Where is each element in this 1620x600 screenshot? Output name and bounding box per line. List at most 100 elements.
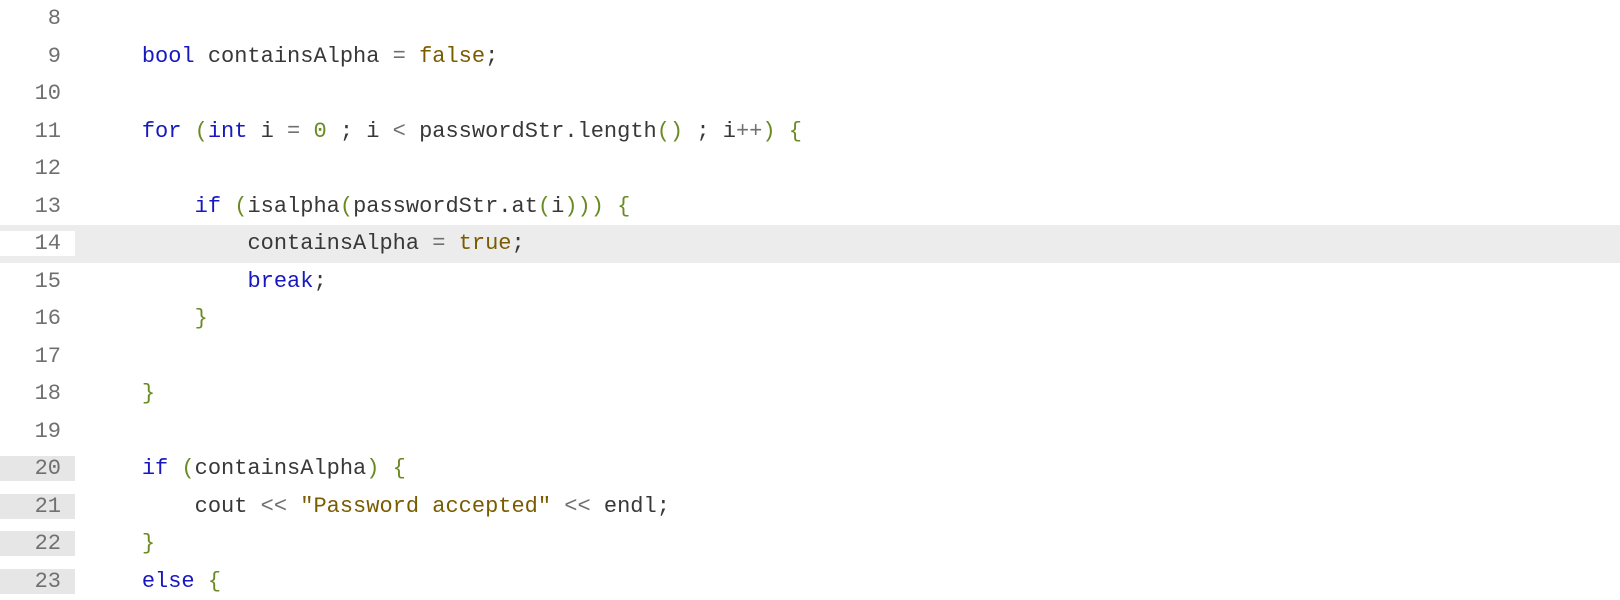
token-call: isalpha [247, 194, 339, 219]
line-number: 9 [0, 44, 75, 69]
token-paren: ( [195, 119, 208, 144]
token-paren: ) [762, 119, 775, 144]
code-content[interactable]: bool containsAlpha = false; [75, 44, 1620, 69]
line-number: 12 [0, 156, 75, 181]
code-line[interactable]: 15 break; [0, 263, 1620, 301]
token-bool: true [459, 231, 512, 256]
token-op: << [261, 494, 287, 519]
code-line[interactable]: 16 } [0, 300, 1620, 338]
token-op: < [393, 119, 406, 144]
token-ident: containsAlpha [208, 44, 380, 69]
code-line[interactable]: 19 [0, 413, 1620, 451]
token-paren: ( [234, 194, 247, 219]
token-op: = [287, 119, 300, 144]
token-op: = [432, 231, 445, 256]
token-paren: ( [181, 456, 194, 481]
token-paren: () [657, 119, 683, 144]
token-op: = [393, 44, 406, 69]
code-line[interactable]: 9 bool containsAlpha = false; [0, 38, 1620, 76]
token-kw: if [195, 194, 221, 219]
token-bool: false [419, 44, 485, 69]
code-line[interactable]: 14 containsAlpha = true; [0, 225, 1620, 263]
token-punct: ; [313, 269, 326, 294]
code-line[interactable]: 11 for (int i = 0 ; i < passwordStr.leng… [0, 113, 1620, 151]
code-line[interactable]: 23 else { [0, 563, 1620, 600]
line-number: 10 [0, 81, 75, 106]
token-punct: ; [696, 119, 709, 144]
code-line[interactable]: 17 [0, 338, 1620, 376]
token-type: int [208, 119, 248, 144]
token-brace: { [617, 194, 630, 219]
token-paren: ) [366, 456, 379, 481]
token-kw: for [142, 119, 182, 144]
token-ident: endl [604, 494, 657, 519]
line-number: 20 [0, 456, 75, 481]
line-number: 23 [0, 569, 75, 594]
token-call: at [512, 194, 538, 219]
code-editor[interactable]: 89 bool containsAlpha = false;1011 for (… [0, 0, 1620, 600]
token-ident: cout [195, 494, 248, 519]
line-number: 15 [0, 269, 75, 294]
code-line[interactable]: 21 cout << "Password accepted" << endl; [0, 488, 1620, 526]
code-content[interactable]: } [75, 381, 1620, 406]
token-brace: } [142, 531, 155, 556]
token-ident: i [723, 119, 736, 144]
token-brace: { [393, 456, 406, 481]
token-brace: { [208, 569, 221, 594]
token-str: "Password accepted" [300, 494, 551, 519]
line-number: 8 [0, 6, 75, 31]
line-number: 17 [0, 344, 75, 369]
token-punct: ; [657, 494, 670, 519]
line-number: 11 [0, 119, 75, 144]
line-number: 18 [0, 381, 75, 406]
token-op: ++ [736, 119, 762, 144]
code-content[interactable]: } [75, 531, 1620, 556]
token-ident: containsAlpha [195, 456, 367, 481]
token-paren: ))) [564, 194, 604, 219]
code-line[interactable]: 10 [0, 75, 1620, 113]
line-number: 16 [0, 306, 75, 331]
code-line[interactable]: 13 if (isalpha(passwordStr.at(i))) { [0, 188, 1620, 226]
token-punct: . [498, 194, 511, 219]
code-line[interactable]: 20 if (containsAlpha) { [0, 450, 1620, 488]
token-brace: { [789, 119, 802, 144]
token-ident: passwordStr [353, 194, 498, 219]
code-line[interactable]: 8 [0, 0, 1620, 38]
token-kw: break [247, 269, 313, 294]
token-brace: } [142, 381, 155, 406]
code-content[interactable]: if (containsAlpha) { [75, 456, 1620, 481]
token-punct: ; [485, 44, 498, 69]
code-line[interactable]: 12 [0, 150, 1620, 188]
token-punct: ; [340, 119, 353, 144]
token-kw: else [142, 569, 195, 594]
code-content[interactable]: if (isalpha(passwordStr.at(i))) { [75, 194, 1620, 219]
token-ident: containsAlpha [247, 231, 419, 256]
code-content[interactable] [75, 344, 1620, 369]
code-content[interactable]: containsAlpha = true; [75, 231, 1620, 256]
line-number: 22 [0, 531, 75, 556]
token-ident: i [366, 119, 379, 144]
code-content[interactable]: } [75, 306, 1620, 331]
line-number: 21 [0, 494, 75, 519]
token-punct: . [564, 119, 577, 144]
code-line[interactable]: 18 } [0, 375, 1620, 413]
token-num: 0 [313, 119, 326, 144]
code-content[interactable]: break; [75, 269, 1620, 294]
line-number: 14 [0, 231, 75, 256]
code-content[interactable] [75, 156, 1620, 181]
token-kw: if [142, 456, 168, 481]
code-line[interactable]: 22 } [0, 525, 1620, 563]
token-ident: passwordStr [419, 119, 564, 144]
code-content[interactable]: for (int i = 0 ; i < passwordStr.length(… [75, 119, 1620, 144]
token-type: bool [142, 44, 195, 69]
token-paren: ( [538, 194, 551, 219]
code-content[interactable]: cout << "Password accepted" << endl; [75, 494, 1620, 519]
token-ident: i [551, 194, 564, 219]
token-op: << [564, 494, 590, 519]
token-paren: ( [340, 194, 353, 219]
token-ident: i [261, 119, 274, 144]
line-number: 13 [0, 194, 75, 219]
code-content[interactable]: else { [75, 569, 1620, 594]
token-call: length [578, 119, 657, 144]
token-punct: ; [512, 231, 525, 256]
